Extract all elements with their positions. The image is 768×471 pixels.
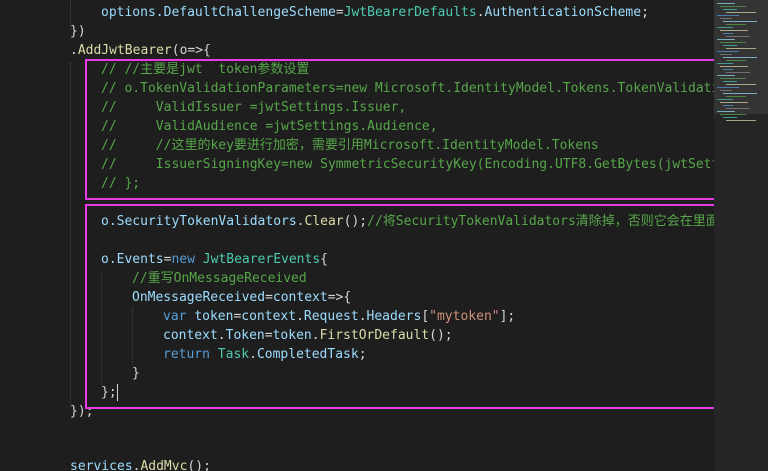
code-token: services: [70, 459, 133, 471]
minimap-line: [717, 15, 739, 16]
minimap-line: [720, 6, 746, 7]
code-token: =: [335, 5, 344, 20]
minimap-line: [720, 42, 746, 43]
indent-guide: [70, 62, 71, 410]
minimap-line: [723, 93, 757, 94]
minimap-line: [723, 57, 757, 58]
minimap-line: [720, 30, 748, 31]
code-token: options.: [101, 5, 164, 20]
code-token: JwtBearerDefaults: [343, 5, 477, 20]
minimap-line: [717, 111, 735, 112]
minimap-line: [717, 39, 735, 40]
minimap-line: [726, 48, 756, 49]
code-token: ;: [641, 5, 649, 20]
code-token: }): [70, 24, 86, 39]
minimap-line: [720, 90, 732, 91]
minimap-line: [720, 18, 732, 19]
minimap-line: [726, 120, 756, 121]
minimap-line: [723, 33, 733, 34]
minimap-line: [726, 84, 756, 85]
minimap-line: [720, 114, 746, 115]
minimap-line: [717, 99, 733, 100]
minimap-line: [717, 51, 739, 52]
minimap-line: [717, 3, 735, 4]
minimap-line: [723, 81, 737, 82]
minimap-line: [723, 45, 737, 46]
code-line: .AddJwtBearer(o=>{: [70, 41, 211, 60]
highlight-box-commented-parameters: [85, 59, 714, 200]
code-token: .: [70, 43, 78, 58]
minimap-line: [717, 63, 733, 64]
code-token: AuthenticationScheme: [484, 5, 642, 20]
minimap-line: [720, 66, 748, 67]
minimap[interactable]: [714, 0, 768, 471]
minimap-line: [723, 21, 757, 22]
code-token: ();: [187, 459, 211, 471]
minimap-line: [723, 105, 733, 106]
minimap-line: [717, 87, 739, 88]
code-token: AddMvc: [140, 459, 188, 471]
code-token: .: [476, 5, 485, 20]
minimap-line: [726, 12, 756, 13]
minimap-line: [720, 54, 732, 55]
minimap-line: [726, 108, 750, 109]
minimap-line: [717, 75, 735, 76]
minimap-line: [726, 72, 750, 73]
minimap-line: [726, 24, 746, 25]
code-editor[interactable]: options.DefaultChallengeScheme=JwtBearer…: [0, 0, 714, 471]
code-line: services.AddMvc();: [70, 457, 211, 471]
minimap-line: [726, 36, 750, 37]
minimap-line: [723, 117, 737, 118]
text-cursor: [117, 384, 118, 401]
code-token: AddJwtBearer: [77, 43, 172, 58]
code-line: }): [70, 22, 86, 41]
minimap-line: [720, 78, 746, 79]
code-token: (o=>{: [171, 43, 211, 58]
minimap-line: [717, 27, 733, 28]
minimap-line: [723, 69, 733, 70]
minimap-line: [723, 9, 737, 10]
minimap-line: [726, 60, 746, 61]
code-token: DefaultChallengeScheme: [163, 5, 336, 20]
minimap-line: [720, 102, 748, 103]
highlight-box-events-override: [85, 204, 714, 409]
code-line: options.DefaultChallengeScheme=JwtBearer…: [101, 3, 649, 22]
minimap-line: [726, 96, 746, 97]
